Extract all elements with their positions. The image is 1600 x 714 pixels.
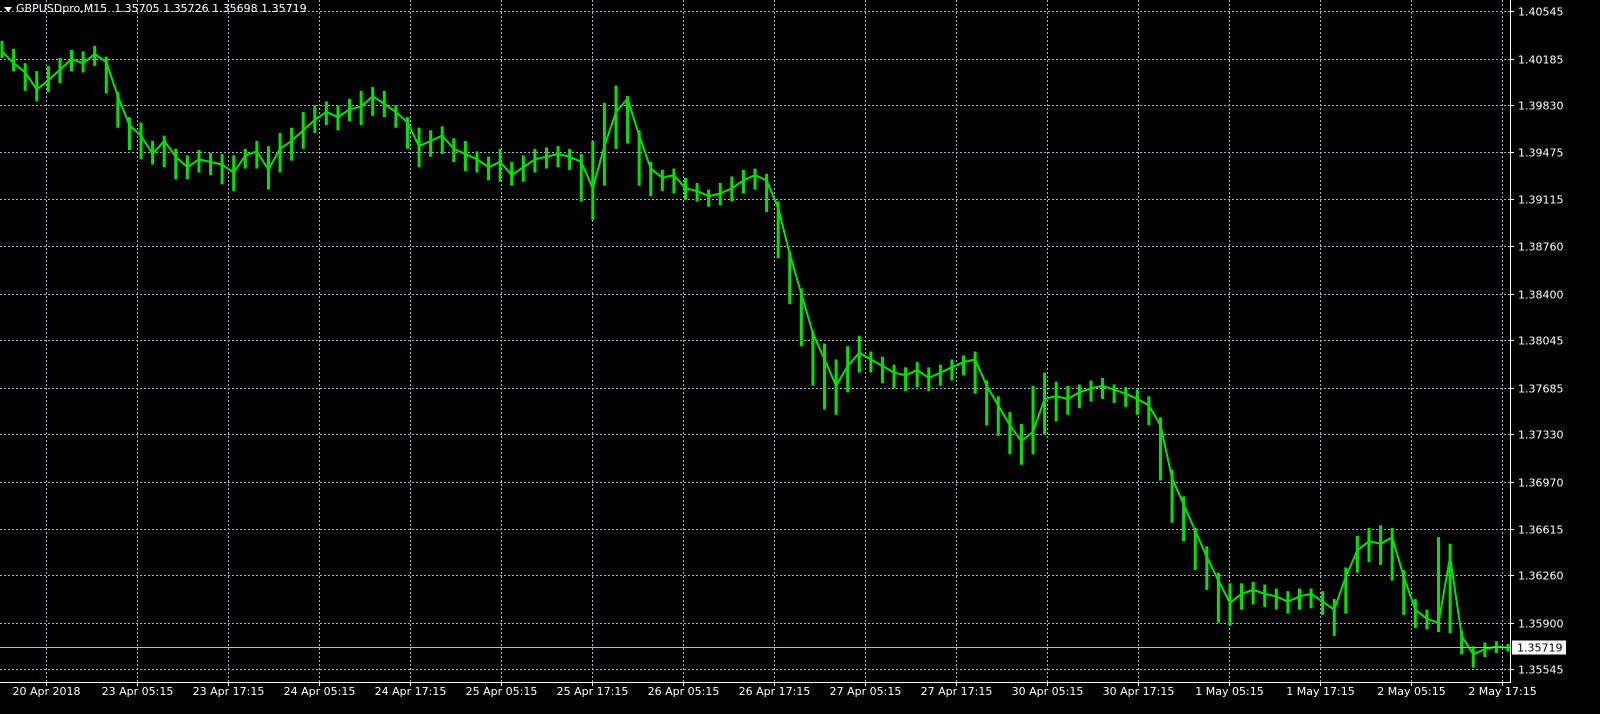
plot-background [0, 0, 1600, 714]
y-tick-label: 1.36970 [1518, 477, 1564, 490]
y-tick-label: 1.37685 [1518, 383, 1564, 396]
time-axis-labels: 20 Apr 2018 23 Apr 05:15 23 Apr 17:15 24 Ap… [12, 682, 1537, 698]
x-tick-label: 30 Apr 05:15 [1012, 685, 1084, 698]
y-tick-label: 1.38045 [1518, 335, 1564, 348]
y-tick-label: 1.38400 [1518, 289, 1564, 302]
y-tick-label: 1.36260 [1518, 570, 1564, 583]
x-tick-label: 24 Apr 05:15 [284, 685, 356, 698]
y-tick-label: 1.36615 [1518, 524, 1564, 537]
x-tick-label: 27 Apr 17:15 [921, 685, 993, 698]
current-price-label: 1.35719 [1512, 640, 1566, 655]
symbol-timeframe: GBPUSDpro,M15 [16, 2, 108, 15]
y-tick-label: 1.35900 [1518, 618, 1564, 631]
ohlc-values: 1.35705 1.35726 1.35698 1.35719 [114, 2, 307, 15]
x-tick-label: 2 May 05:15 [1377, 685, 1445, 698]
x-tick-label: 20 Apr 2018 [12, 685, 80, 698]
x-tick-label: 1 May 17:15 [1286, 685, 1354, 698]
y-tick-label: 1.37330 [1518, 429, 1564, 442]
x-tick-label: 26 Apr 17:15 [739, 685, 811, 698]
x-tick-label: 2 May 17:15 [1468, 685, 1536, 698]
x-tick-label: 30 Apr 17:15 [1103, 685, 1175, 698]
y-tick-label: 1.39830 [1518, 100, 1564, 113]
y-tick-label: 1.40545 [1518, 6, 1564, 19]
x-tick-label: 25 Apr 05:15 [466, 685, 538, 698]
current-price-text: 1.35719 [1517, 642, 1563, 655]
collapse-triangle-icon[interactable] [4, 6, 12, 12]
chart-window[interactable]: 1.40545 1.40185 1.39830 1.39475 1.39115 1.387… [0, 0, 1600, 714]
x-tick-label: 24 Apr 17:15 [375, 685, 447, 698]
x-tick-label: 23 Apr 17:15 [193, 685, 265, 698]
x-tick-label: 25 Apr 17:15 [557, 685, 629, 698]
price-chart[interactable]: 1.40545 1.40185 1.39830 1.39475 1.39115 1.387… [0, 0, 1600, 714]
y-tick-label: 1.39115 [1518, 194, 1564, 207]
y-tick-label: 1.38760 [1518, 241, 1564, 254]
x-tick-label: 23 Apr 05:15 [102, 685, 174, 698]
chart-header: GBPUSDpro,M15 1.35705 1.35726 1.35698 1.… [4, 2, 307, 15]
y-tick-label: 1.39475 [1518, 147, 1564, 160]
price-axis-labels: 1.40545 1.40185 1.39830 1.39475 1.39115 1.387… [1510, 6, 1564, 677]
x-tick-label: 27 Apr 05:15 [830, 685, 902, 698]
y-tick-label: 1.40185 [1518, 54, 1564, 67]
y-tick-label: 1.35545 [1518, 664, 1564, 677]
x-tick-label: 26 Apr 05:15 [648, 685, 720, 698]
x-tick-label: 1 May 05:15 [1195, 685, 1263, 698]
